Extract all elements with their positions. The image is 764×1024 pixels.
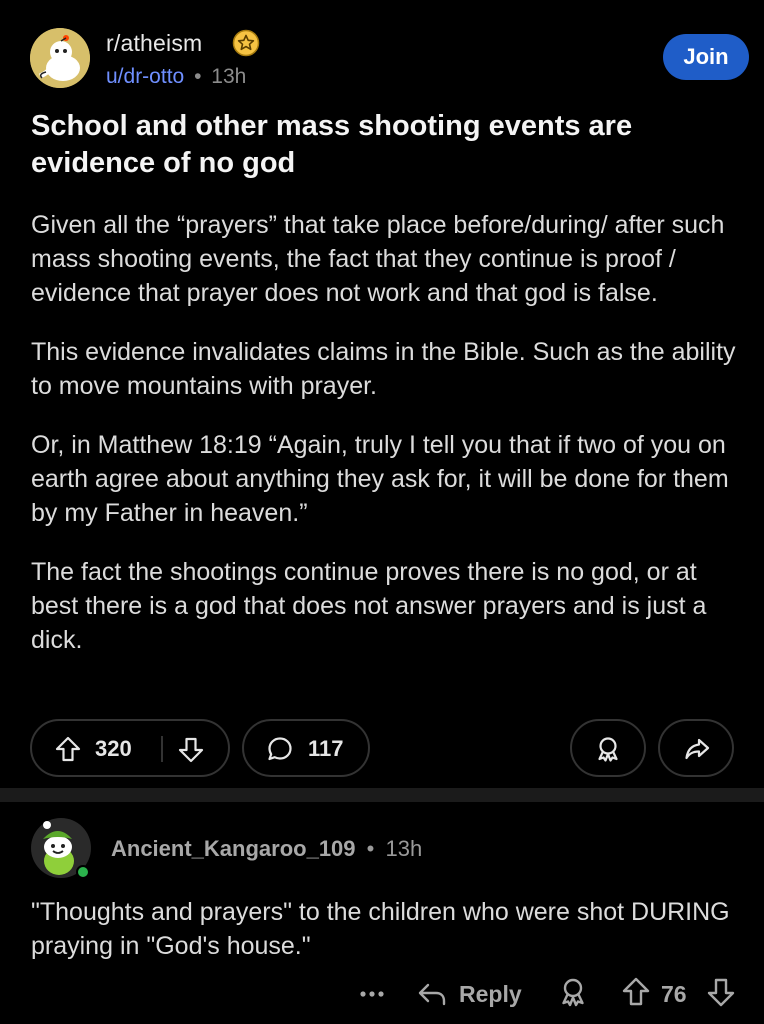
post-title[interactable]: School and other mass shooting events ar… <box>31 108 731 182</box>
share-arrow-icon <box>683 735 711 763</box>
subreddit-avatar-icon[interactable] <box>30 28 90 88</box>
meta-separator: • <box>366 836 375 861</box>
post-paragraph: The fact the shootings continue proves t… <box>31 558 707 654</box>
award-ribbon-icon[interactable] <box>557 976 589 1013</box>
award-button[interactable] <box>570 719 646 777</box>
section-divider <box>0 788 764 802</box>
post-header: r/atheism u/dr-otto • 13h Join <box>30 26 749 90</box>
comment-time: 13h <box>385 836 423 861</box>
meta-separator: • <box>194 65 202 88</box>
comment-meta: Ancient_Kangaroo_109 • 13h <box>111 836 422 862</box>
comment-upvote-icon[interactable] <box>620 976 652 1013</box>
reply-label: Reply <box>459 981 522 1007</box>
subreddit-name[interactable]: r/atheism <box>106 30 202 57</box>
join-button[interactable]: Join <box>663 34 749 80</box>
award-ribbon-icon <box>594 735 622 763</box>
share-button[interactable] <box>658 719 734 777</box>
star-badge-icon <box>232 29 260 57</box>
commenter-avatar[interactable] <box>30 817 92 879</box>
comment-downvote-icon[interactable] <box>705 976 737 1013</box>
post-score: 320 <box>95 736 132 761</box>
post-author[interactable]: u/dr-otto <box>106 65 184 88</box>
post-time: 13h <box>211 65 247 88</box>
vote-divider <box>161 736 163 762</box>
speech-bubble-icon <box>266 735 294 763</box>
comment-author[interactable]: Ancient_Kangaroo_109 <box>111 836 356 861</box>
post-paragraph: Given all the “prayers” that take place … <box>31 211 725 307</box>
comment-text: "Thoughts and prayers" to the children w… <box>31 898 730 960</box>
comments-button[interactable]: 117 <box>242 719 370 777</box>
comment-count: 117 <box>308 736 344 761</box>
vote-pill: 320 <box>30 719 230 777</box>
post-body: Given all the “prayers” that take place … <box>31 208 743 682</box>
downvote-icon[interactable] <box>177 736 205 764</box>
post-paragraph: Or, in Matthew 18:19 “Again, truly I tel… <box>31 431 729 527</box>
ellipsis-icon[interactable] <box>356 978 388 1015</box>
comment-score: 76 <box>661 981 687 1007</box>
post-paragraph: This evidence invalidates claims in the … <box>31 338 736 400</box>
reply-arrow-icon <box>416 978 448 1016</box>
upvote-icon[interactable] <box>54 735 82 763</box>
post-meta: u/dr-otto • 13h <box>106 65 246 89</box>
